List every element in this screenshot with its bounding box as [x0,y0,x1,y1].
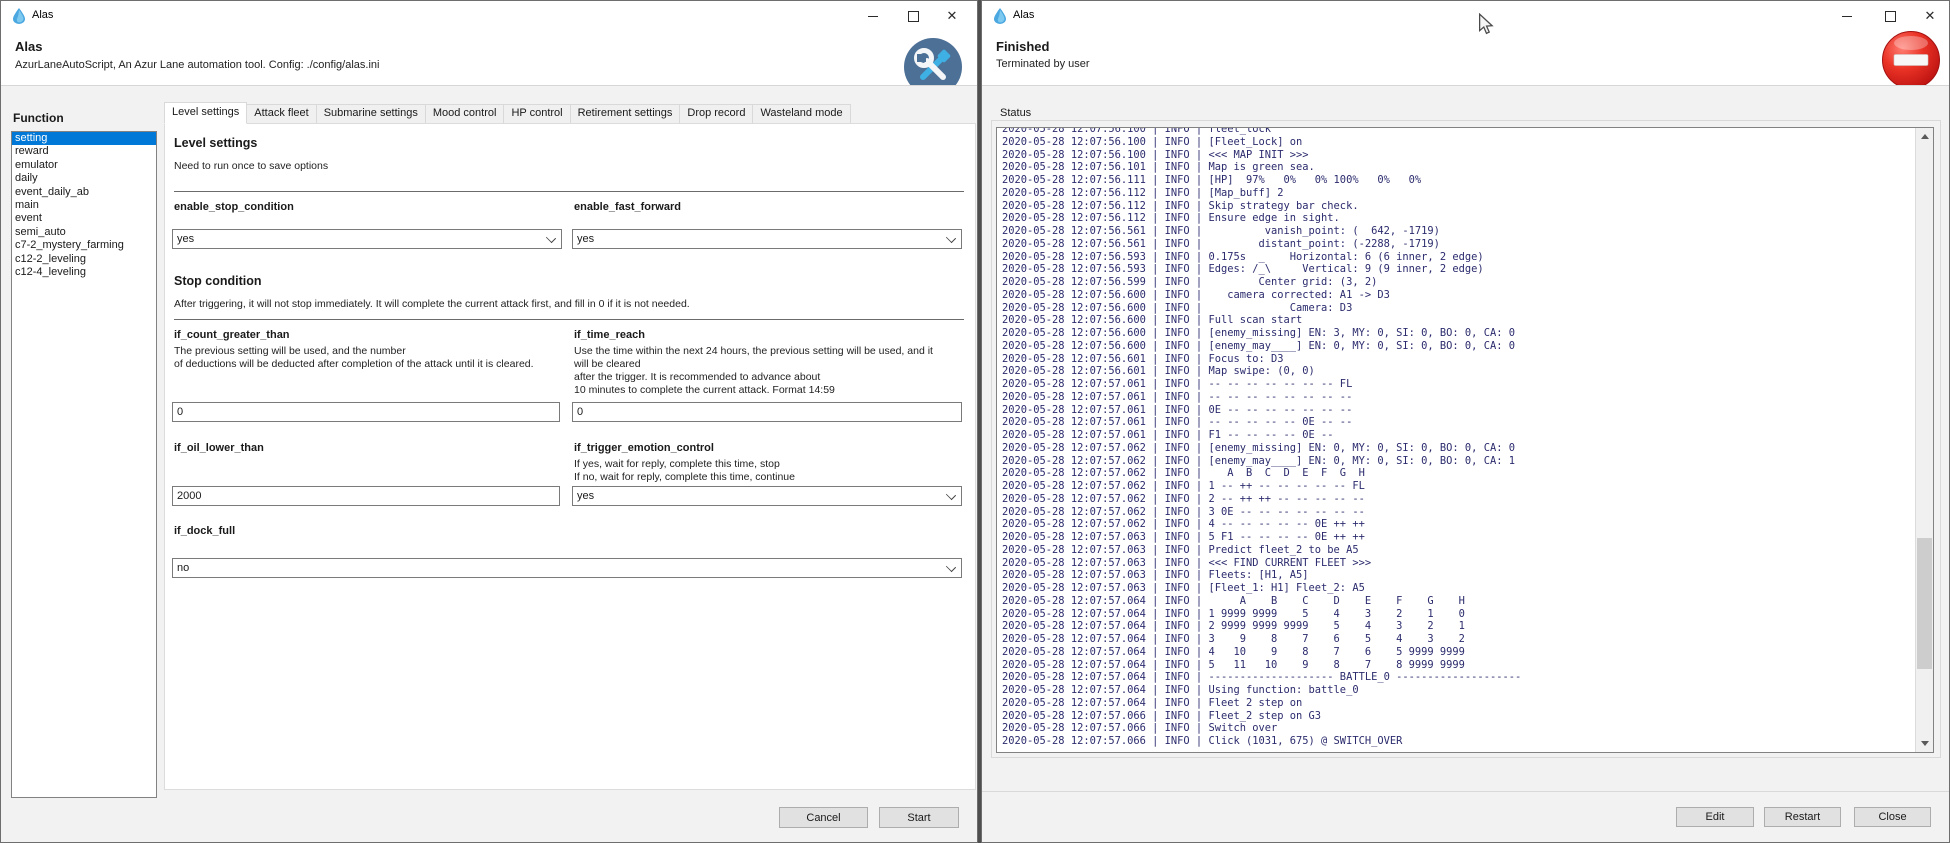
page-subtitle: AzurLaneAutoScript, An Azur Lane automat… [15,59,379,71]
right-titlebar: Alas ✕ [982,1,1949,31]
tab-hp-control[interactable]: HP control [504,104,570,124]
chevron-down-icon [546,233,556,243]
tab-drop-record[interactable]: Drop record [680,104,753,124]
input-if-count-greater-than[interactable] [172,402,560,422]
cancel-button[interactable]: Cancel [779,807,868,828]
field-label-if-count-greater-than: if_count_greater_than [174,329,290,341]
section-divider [174,319,964,320]
scroll-down-button[interactable] [1916,735,1933,752]
select-enable-fast-forward[interactable]: yes [572,229,962,249]
field-desc-if-count-greater-than: The previous setting will be used, and t… [174,345,566,371]
tab-content-pane: Level settings Need to run once to save … [164,123,976,790]
window-title: Alas [1013,9,1034,21]
function-item-emulator[interactable]: emulator [12,159,156,172]
function-item-daily[interactable]: daily [12,172,156,185]
function-item-main[interactable]: main [12,199,156,212]
field-desc-if-time-reach: Use the time within the next 24 hours, t… [574,345,969,397]
log-panel[interactable]: 2020-05-28 12:07:56.100 | INFO | fleet_l… [996,127,1934,753]
start-button[interactable]: Start [879,807,959,828]
select-enable-stop-condition[interactable]: yes [172,229,562,249]
status-title: Finished [996,39,1049,54]
app-droplet-icon [993,8,1007,24]
close-button[interactable]: ✕ [1914,1,1946,31]
tab-attack-fleet[interactable]: Attack fleet [247,104,316,124]
tab-level-settings[interactable]: Level settings [164,102,247,124]
app-droplet-icon [12,8,26,24]
field-label-if-trigger-emotion-control: if_trigger_emotion_control [574,442,714,454]
field-label-if-dock-full: if_dock_full [174,525,235,537]
mouse-cursor [1476,13,1496,35]
field-label-enable-stop-condition: enable_stop_condition [174,201,294,213]
close-button-footer[interactable]: Close [1854,807,1931,827]
status-groupbox-label: Status [996,107,1035,119]
page-title: Alas [15,39,42,54]
function-item-c12-2-leveling[interactable]: c12-2_leveling [12,253,156,266]
function-item-reward[interactable]: reward [12,145,156,158]
log-text: 2020-05-28 12:07:56.100 | INFO | fleet_l… [1002,127,1521,748]
select-if-trigger-emotion-control[interactable]: yes [572,486,962,506]
section-title-stop-condition: Stop condition [174,274,261,288]
triangle-down-icon [1921,741,1929,746]
close-button[interactable]: ✕ [936,1,968,31]
field-label-if-time-reach: if_time_reach [574,329,645,341]
select-if-dock-full[interactable]: no [172,558,962,578]
field-label-enable-fast-forward: enable_fast_forward [574,201,681,213]
section-title-level-settings: Level settings [174,136,257,150]
select-value: yes [177,233,194,245]
minimize-icon [1842,16,1852,17]
maximize-button[interactable] [1874,1,1906,31]
select-value: yes [577,233,594,245]
left-window: Alas ✕ Alas AzurLaneAutoScript, An Azur … [0,0,978,843]
tab-mood-control[interactable]: Mood control [426,104,505,124]
select-value: no [177,562,189,574]
input-if-oil-lower-than[interactable] [172,486,560,506]
chevron-down-icon [946,562,956,572]
function-item-c7-2-mystery-farming[interactable]: c7-2_mystery_farming [12,239,156,252]
field-desc-if-trigger-emotion-control: If yes, wait for reply, complete this ti… [574,458,969,484]
section-divider [174,191,964,192]
function-item-event-daily-ab[interactable]: event_daily_ab [12,186,156,199]
chevron-down-icon [946,490,956,500]
left-titlebar: Alas ✕ [1,1,977,31]
right-window: Alas ✕ Finished Terminated by user Statu… [981,0,1950,843]
function-item-setting[interactable]: setting [12,132,156,145]
field-label-if-oil-lower-than: if_oil_lower_than [174,442,264,454]
tab-retirement-settings[interactable]: Retirement settings [571,104,681,124]
minimize-button[interactable] [1831,1,1863,31]
window-title: Alas [32,9,53,21]
select-value: yes [577,490,594,502]
stop-sign-icon [1881,30,1941,90]
scrollbar-thumb[interactable] [1917,538,1932,669]
section-desc-level-settings: Need to run once to save options [174,160,328,172]
function-item-semi-auto[interactable]: semi_auto [12,226,156,239]
maximize-icon [908,11,919,22]
input-if-time-reach[interactable] [572,402,962,422]
section-desc-stop-condition: After triggering, it will not stop immed… [174,298,690,310]
function-panel-label: Function [13,111,64,125]
status-subtitle: Terminated by user [996,58,1090,70]
footer-divider [982,791,1949,792]
tab-strip: Level settingsAttack fleetSubmarine sett… [164,104,851,124]
maximize-icon [1885,11,1896,22]
minimize-icon [868,16,878,17]
log-scrollbar[interactable] [1915,128,1933,752]
tab-submarine-settings[interactable]: Submarine settings [317,104,426,124]
restart-button[interactable]: Restart [1764,807,1841,827]
maximize-button[interactable] [897,1,929,31]
function-item-event[interactable]: event [12,212,156,225]
triangle-up-icon [1921,134,1929,139]
scroll-up-button[interactable] [1916,128,1933,145]
chevron-down-icon [946,233,956,243]
tab-wasteland-mode[interactable]: Wasteland mode [753,104,850,124]
function-item-c12-4-leveling[interactable]: c12-4_leveling [12,266,156,279]
edit-button[interactable]: Edit [1676,807,1754,827]
function-listbox[interactable]: settingrewardemulatordailyevent_daily_ab… [11,131,157,798]
minimize-button[interactable] [857,1,889,31]
